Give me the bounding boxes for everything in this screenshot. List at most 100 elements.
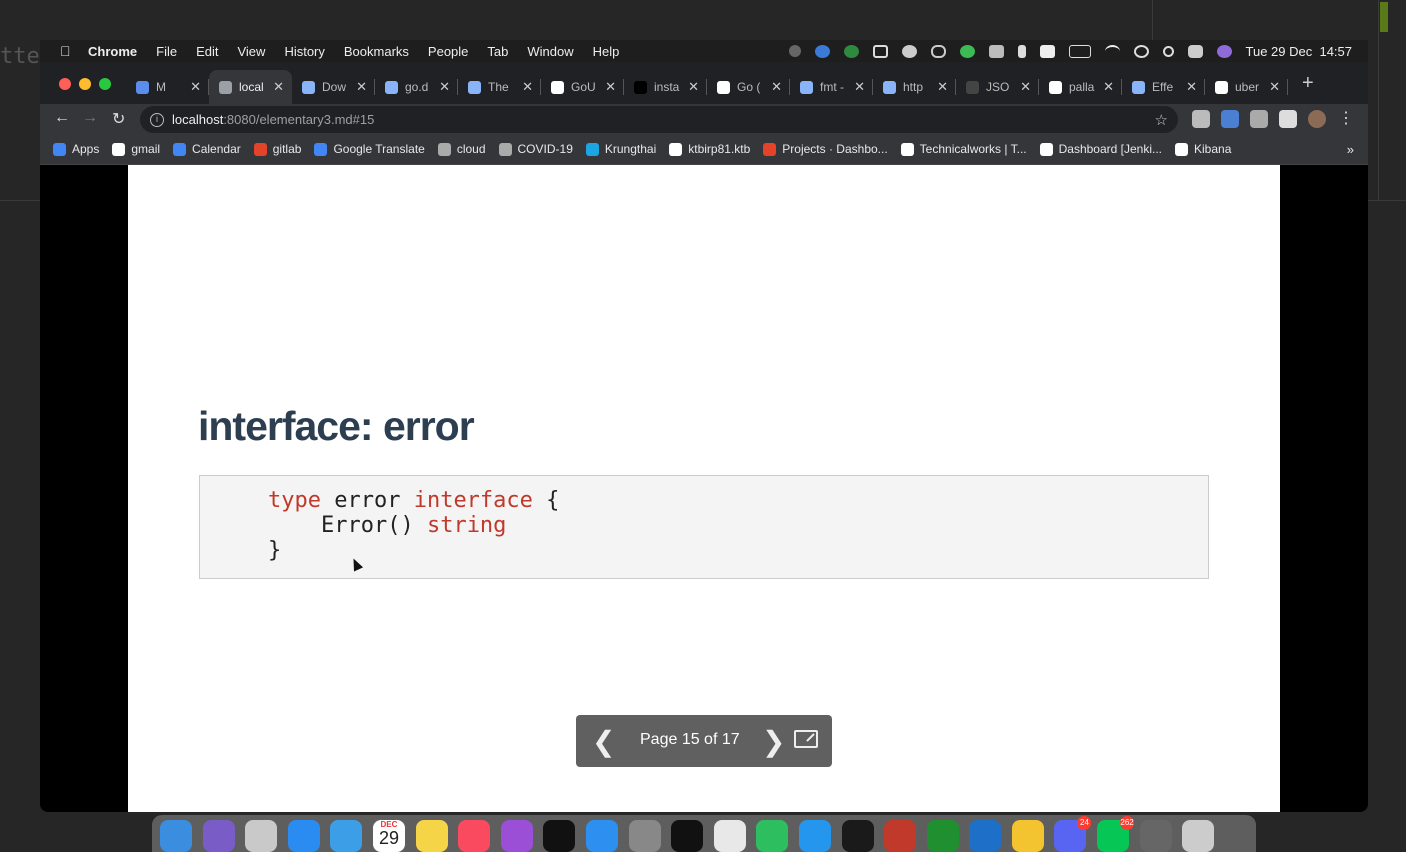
new-tab-button[interactable]: + (1302, 72, 1314, 95)
battery-icon[interactable] (1068, 44, 1091, 58)
bluetooth-icon[interactable] (1017, 44, 1026, 58)
siri-menubar-icon[interactable] (1216, 44, 1232, 58)
menu-bookmarks[interactable]: Bookmarks (344, 44, 409, 59)
docker-icon[interactable] (798, 820, 831, 852)
glasses-icon[interactable] (930, 44, 946, 58)
zoom-window-button[interactable] (99, 78, 111, 90)
browser-tab[interactable]: JSO ✕ (956, 70, 1039, 104)
tab-close-icon[interactable]: ✕ (854, 79, 865, 95)
tab-close-icon[interactable]: ✕ (439, 79, 450, 95)
wifi-icon[interactable] (1104, 44, 1120, 58)
tab-close-icon[interactable]: ✕ (771, 79, 782, 95)
bookmarks-overflow-icon[interactable]: » (1347, 142, 1354, 157)
chrome-icon[interactable] (713, 820, 746, 852)
browser-tab[interactable]: http ✕ (873, 70, 956, 104)
profile-avatar[interactable] (1308, 110, 1326, 128)
bookmark-item[interactable]: Dashboard [Jenki... (1039, 142, 1162, 156)
next-slide-chevron-icon[interactable]: ❯ (762, 725, 785, 758)
shortcut-icon[interactable] (988, 44, 1004, 58)
tab-close-icon[interactable]: ✕ (522, 79, 533, 95)
tab-close-icon[interactable]: ✕ (1269, 79, 1280, 95)
discord-icon[interactable]: 24 (1054, 816, 1092, 852)
bookmark-item[interactable]: Apps (53, 142, 99, 156)
line-menubar-icon[interactable] (959, 44, 975, 58)
control-center-icon[interactable] (1187, 44, 1203, 58)
jetbrains-icon[interactable] (926, 820, 959, 852)
menubar-clock[interactable]: Tue 29 Dec 14:57 (1246, 44, 1352, 59)
tab-close-icon[interactable]: ✕ (1186, 79, 1197, 95)
browser-tab[interactable]: local ✕ (209, 70, 292, 104)
drive-extension-icon[interactable] (1192, 110, 1210, 128)
tab-close-icon[interactable]: ✕ (688, 79, 699, 95)
trash-icon[interactable] (1182, 820, 1215, 852)
browser-tab[interactable]: go.d ✕ (375, 70, 458, 104)
site-info-icon[interactable]: i (150, 112, 164, 127)
record-icon[interactable] (788, 45, 801, 57)
bookmark-item[interactable]: Krungthai (585, 142, 656, 156)
tab-close-icon[interactable]: ✕ (1020, 79, 1031, 95)
browser-tab[interactable]: Go (✕ (707, 70, 790, 104)
minimize-window-button[interactable] (79, 78, 91, 90)
bookmark-item[interactable]: Calendar (173, 142, 241, 156)
bear-icon[interactable] (884, 820, 917, 852)
vpn-icon[interactable] (872, 44, 888, 58)
bookmark-star-icon[interactable]: ☆ (1155, 111, 1168, 129)
chrome-menu-icon[interactable]: ⋮ (1338, 108, 1354, 128)
menu-file[interactable]: File (156, 44, 177, 59)
menu-help[interactable]: Help (593, 44, 620, 59)
menu-view[interactable]: View (237, 44, 265, 59)
tab-close-icon[interactable]: ✕ (190, 79, 201, 95)
puzzle-extensions-icon[interactable] (1279, 110, 1297, 128)
menu-tab[interactable]: Tab (487, 44, 508, 59)
browser-tab[interactable]: Effe ✕ (1122, 70, 1205, 104)
bookmark-item[interactable]: Technicalworks | T... (900, 142, 1027, 156)
menu-app-name[interactable]: Chrome (88, 44, 137, 59)
browser-tab[interactable]: Dow ✕ (292, 70, 375, 104)
browser-tab[interactable]: GoU ✕ (541, 70, 624, 104)
podcasts-icon[interactable] (500, 820, 533, 852)
reload-icon[interactable]: ↻ (112, 109, 125, 129)
tab-close-icon[interactable]: ✕ (937, 79, 948, 95)
system-preferences-icon[interactable] (628, 820, 661, 852)
menu-window[interactable]: Window (527, 44, 573, 59)
menu-people[interactable]: People (428, 44, 468, 59)
translate-extension-icon[interactable] (1221, 110, 1239, 128)
line-icon[interactable]: 262 (1097, 816, 1135, 852)
browser-tab[interactable]: uber ✕ (1205, 70, 1288, 104)
bookmark-item[interactable]: Projects · Dashbo... (763, 142, 888, 156)
tv-icon[interactable] (543, 820, 576, 852)
browser-tab[interactable]: insta ✕ (624, 70, 707, 104)
finder-icon[interactable] (160, 820, 192, 852)
notes-icon[interactable] (415, 820, 448, 852)
bookmark-item[interactable]: gmail (112, 142, 160, 156)
evernote-icon[interactable] (756, 820, 789, 852)
activity-icon[interactable] (814, 44, 830, 58)
evernote-menubar-icon[interactable] (901, 44, 917, 58)
vscode-icon[interactable] (969, 820, 1002, 852)
address-bar[interactable]: i localhost:8080/elementary3.md#15 ☆ (140, 106, 1178, 133)
extension-icon[interactable] (1250, 110, 1268, 128)
bookmark-item[interactable]: Kibana (1175, 142, 1231, 156)
forward-arrow-icon[interactable]: → (82, 109, 98, 127)
input-source-icon[interactable] (1039, 44, 1055, 58)
tab-close-icon[interactable]: ✕ (1103, 79, 1114, 95)
close-window-button[interactable] (59, 78, 71, 90)
calendar-icon[interactable]: DEC 29 (372, 820, 405, 852)
terminal-icon[interactable] (671, 820, 704, 852)
spark-icon[interactable] (841, 820, 874, 852)
tab-close-icon[interactable]: ✕ (605, 79, 616, 95)
mail-icon[interactable] (330, 820, 363, 852)
menu-history[interactable]: History (284, 44, 324, 59)
tab-close-icon[interactable]: ✕ (273, 79, 284, 95)
apple-icon[interactable]:  (60, 43, 74, 59)
bookmark-item[interactable]: Google Translate (314, 142, 425, 156)
safari-icon[interactable] (287, 820, 320, 852)
bookmark-item[interactable]: cloud (437, 142, 486, 156)
previous-slide-chevron-icon[interactable]: ❮ (592, 725, 615, 758)
bookmark-item[interactable]: COVID-19 (498, 142, 573, 156)
spotlight-search-icon[interactable] (1162, 45, 1174, 57)
dollar-icon[interactable] (843, 44, 859, 58)
bookmark-item[interactable]: gitlab (253, 142, 301, 156)
siri-icon[interactable] (202, 820, 235, 852)
browser-tab[interactable]: The ✕ (458, 70, 541, 104)
